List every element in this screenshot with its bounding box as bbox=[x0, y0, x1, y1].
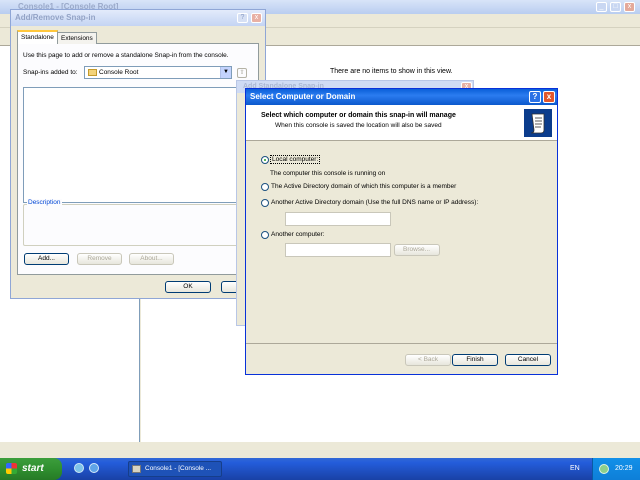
network-icon[interactable] bbox=[599, 464, 609, 474]
add-remove-title-bar: Add/Remove Snap-in bbox=[11, 10, 265, 26]
wizard-header: Select which computer or domain this sna… bbox=[246, 105, 557, 141]
another-ad-domain-label[interactable]: Another Active Directory domain (Use the… bbox=[271, 199, 478, 206]
up-level-icon[interactable]: ⇧ bbox=[237, 68, 247, 78]
about-button[interactable]: About... bbox=[129, 253, 174, 265]
start-button[interactable]: start bbox=[0, 458, 62, 480]
minimize-button[interactable]: _ bbox=[596, 2, 607, 12]
chevron-down-icon[interactable]: ▼ bbox=[220, 67, 231, 78]
help-icon[interactable]: ? bbox=[237, 13, 248, 23]
ad-domain-member-radio[interactable] bbox=[261, 183, 269, 191]
language-indicator[interactable]: EN bbox=[570, 465, 580, 472]
show-desktop-icon[interactable] bbox=[74, 463, 84, 473]
back-button[interactable]: < Back bbox=[405, 354, 451, 366]
local-computer-label[interactable]: Local computer: bbox=[270, 155, 321, 164]
maximize-button[interactable]: □ bbox=[610, 2, 621, 12]
snapin-list[interactable] bbox=[23, 87, 247, 203]
system-tray: 20:29 bbox=[592, 458, 640, 480]
internet-explorer-icon[interactable] bbox=[89, 463, 99, 473]
another-computer-radio[interactable] bbox=[261, 231, 269, 239]
snapins-added-label: Snap-ins added to: bbox=[23, 69, 78, 76]
add-remove-snapin-dialog: Add/Remove Snap-in ? x Standalone Extens… bbox=[10, 9, 267, 299]
taskbar: start Console1 - [Console ... EN 20:29 bbox=[0, 458, 640, 480]
scroll-document-icon bbox=[524, 109, 552, 137]
intro-text: Use this page to add or remove a standal… bbox=[23, 52, 229, 59]
taskbar-item-label: Console1 - [Console ... bbox=[145, 465, 212, 472]
select-computer-title-bar: Select Computer or Domain bbox=[246, 89, 557, 105]
close-icon[interactable]: x bbox=[251, 13, 262, 23]
description-label: Description bbox=[27, 199, 62, 206]
console-app-icon bbox=[132, 465, 141, 473]
another-computer-label[interactable]: Another computer: bbox=[271, 231, 324, 238]
ok-button[interactable]: OK bbox=[165, 281, 211, 293]
clock: 20:29 bbox=[615, 465, 633, 472]
close-button[interactable]: x bbox=[624, 2, 635, 12]
tab-standalone[interactable]: Standalone bbox=[17, 30, 58, 44]
close-icon[interactable]: x bbox=[543, 91, 555, 103]
start-label: start bbox=[22, 463, 44, 474]
another-ad-domain-radio[interactable] bbox=[261, 199, 269, 207]
folder-icon bbox=[88, 69, 97, 76]
remove-button[interactable]: Remove bbox=[77, 253, 122, 265]
select-computer-dialog: Select Computer or Domain ? x Select whi… bbox=[245, 88, 558, 375]
select-computer-title: Select Computer or Domain bbox=[250, 92, 356, 101]
another-computer-field[interactable] bbox=[285, 243, 391, 257]
add-remove-title: Add/Remove Snap-in bbox=[15, 13, 96, 22]
ad-domain-member-label[interactable]: The Active Directory domain of which thi… bbox=[271, 183, 456, 190]
help-icon[interactable]: ? bbox=[529, 91, 541, 103]
add-button[interactable]: Add... bbox=[24, 253, 69, 265]
finish-button[interactable]: Finish bbox=[452, 354, 498, 366]
browse-button[interactable]: Browse... bbox=[394, 244, 440, 256]
wizard-separator bbox=[246, 343, 557, 344]
combo-value: Console Root bbox=[99, 69, 139, 76]
snapins-added-combo[interactable]: Console Root ▼ bbox=[84, 66, 232, 79]
wizard-heading: Select which computer or domain this sna… bbox=[261, 112, 456, 119]
local-computer-radio[interactable] bbox=[261, 156, 269, 164]
windows-flag-icon bbox=[6, 463, 17, 474]
wizard-subheading: When this console is saved the location … bbox=[275, 122, 442, 129]
empty-view-message: There are no items to show in this view. bbox=[330, 68, 453, 75]
taskbar-item-console[interactable]: Console1 - [Console ... bbox=[128, 461, 222, 477]
description-group bbox=[23, 204, 247, 246]
cancel-button[interactable]: Cancel bbox=[505, 354, 551, 366]
local-computer-description: The computer this console is running on bbox=[270, 170, 386, 177]
another-domain-field[interactable] bbox=[285, 212, 391, 226]
tab-extensions[interactable]: Extensions bbox=[57, 32, 97, 44]
